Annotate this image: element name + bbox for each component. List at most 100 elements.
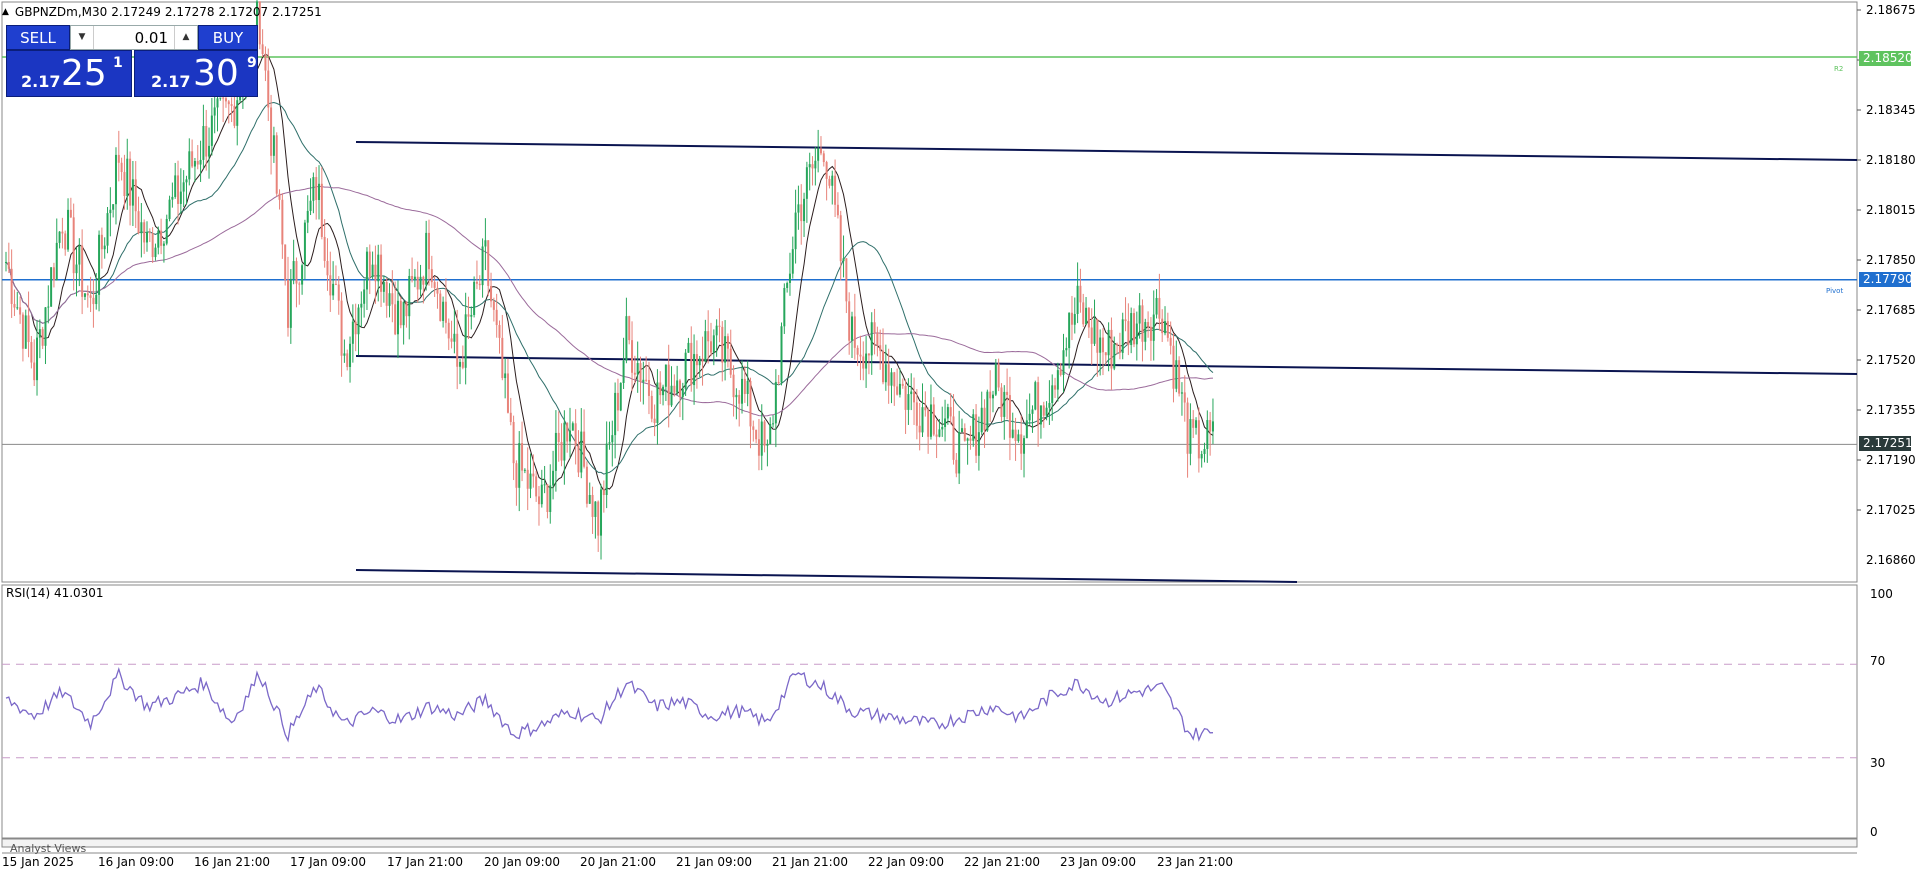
candle-body — [822, 153, 825, 163]
candle-body — [368, 251, 371, 277]
candle-body — [41, 329, 44, 346]
candle-body — [591, 494, 594, 517]
candle-body — [1195, 420, 1198, 428]
candle-body — [772, 423, 775, 425]
collapse-triangle-icon[interactable]: ▲ — [2, 2, 9, 22]
candle-body — [803, 198, 806, 222]
candle-body — [222, 97, 225, 99]
candle-body — [47, 306, 50, 308]
buy-price-fraction: 9 — [247, 55, 257, 71]
candle-body — [554, 432, 557, 471]
time-tick: 17 Jan 09:00 — [290, 855, 366, 869]
price-tick: 2.17520 — [1866, 353, 1916, 367]
candle-body — [1141, 305, 1144, 342]
candle-body — [602, 489, 605, 496]
candle-body — [515, 463, 518, 488]
candle-body — [1011, 429, 1014, 438]
candle-body — [1028, 413, 1031, 421]
lot-size-input[interactable]: 0.01 — [94, 29, 174, 47]
candle-body — [1034, 382, 1037, 410]
rsi-level-100: 100 — [1870, 587, 1893, 601]
candle-body — [975, 414, 978, 456]
lot-decrease-icon[interactable]: ▼ — [71, 26, 94, 49]
analyst-views-label[interactable]: Analyst Views — [10, 842, 86, 855]
sell-price-pips: 25 — [61, 53, 107, 94]
candle-body — [495, 309, 498, 326]
candle-body — [44, 307, 47, 346]
candle-body — [36, 337, 39, 381]
candle-body — [1110, 329, 1113, 369]
candle-body — [676, 380, 679, 393]
candle-body — [890, 372, 893, 386]
analyst-panel-frame — [1, 838, 1858, 848]
candle-body — [605, 443, 608, 496]
candle-body — [405, 301, 408, 317]
candle-body — [123, 172, 126, 197]
candle-body — [402, 301, 405, 326]
candle-body — [814, 160, 817, 169]
lot-increase-icon[interactable]: ▲ — [174, 26, 197, 49]
candle-body — [1138, 305, 1141, 324]
candle-body — [656, 382, 659, 423]
candle-body — [870, 322, 873, 356]
candle-body — [1197, 420, 1200, 459]
candle-body — [320, 183, 323, 237]
candle-body — [78, 245, 81, 265]
candle-body — [289, 278, 292, 328]
candle-body — [673, 385, 676, 393]
candle-body — [67, 209, 70, 250]
candle-body — [188, 151, 191, 180]
candle-body — [780, 326, 783, 383]
candle-body — [433, 282, 436, 288]
candle-body — [600, 489, 603, 536]
candle-body — [1144, 322, 1147, 342]
sell-button[interactable]: SELL — [6, 25, 70, 50]
candle-body — [819, 148, 822, 154]
candle-body — [882, 350, 885, 383]
candle-body — [941, 426, 944, 430]
candle-body — [879, 345, 882, 351]
candle-body — [1101, 337, 1104, 353]
candle-body — [86, 293, 89, 296]
candle-body — [185, 179, 188, 183]
candle-body — [642, 379, 645, 383]
time-tick: 22 Jan 09:00 — [868, 855, 944, 869]
candle-body — [777, 381, 780, 383]
buy-price-pips: 30 — [193, 53, 239, 94]
candle-body — [459, 361, 462, 367]
candle-body — [487, 240, 490, 286]
candle-body — [413, 276, 416, 281]
candle-body — [160, 230, 163, 246]
candle-body — [794, 212, 797, 250]
candle-body — [512, 421, 515, 464]
candle-body — [61, 231, 64, 234]
sell-price-button[interactable]: 2.17 25 1 — [6, 50, 132, 97]
buy-price-button[interactable]: 2.17 30 9 — [134, 50, 258, 97]
buy-button[interactable]: BUY — [198, 25, 258, 50]
ohlc-close: 2.17251 — [272, 5, 322, 19]
candle-body — [839, 215, 842, 262]
ohlc-low: 2.17207 — [218, 5, 269, 19]
candle-body — [1121, 319, 1124, 353]
candle-body — [786, 282, 789, 289]
rsi-level-70: 70 — [1870, 654, 1886, 668]
candle-body — [811, 164, 814, 169]
candle-body — [907, 394, 910, 410]
candle-body — [1169, 337, 1172, 346]
candle-body — [306, 210, 309, 223]
candle-body — [518, 443, 521, 488]
candle-body — [315, 177, 318, 201]
candle-body — [30, 342, 33, 363]
candle-body — [828, 178, 831, 186]
candle-body — [196, 161, 199, 165]
candle-body — [227, 101, 230, 105]
upper-trendline — [355, 141, 1858, 161]
candle-body — [318, 183, 321, 201]
candle-body — [382, 282, 385, 292]
candle-body — [213, 107, 216, 116]
candle-body — [1209, 420, 1212, 432]
candle-body — [371, 264, 374, 277]
candle-body — [760, 421, 763, 456]
candle-body — [323, 236, 326, 261]
candle-body — [354, 321, 357, 335]
